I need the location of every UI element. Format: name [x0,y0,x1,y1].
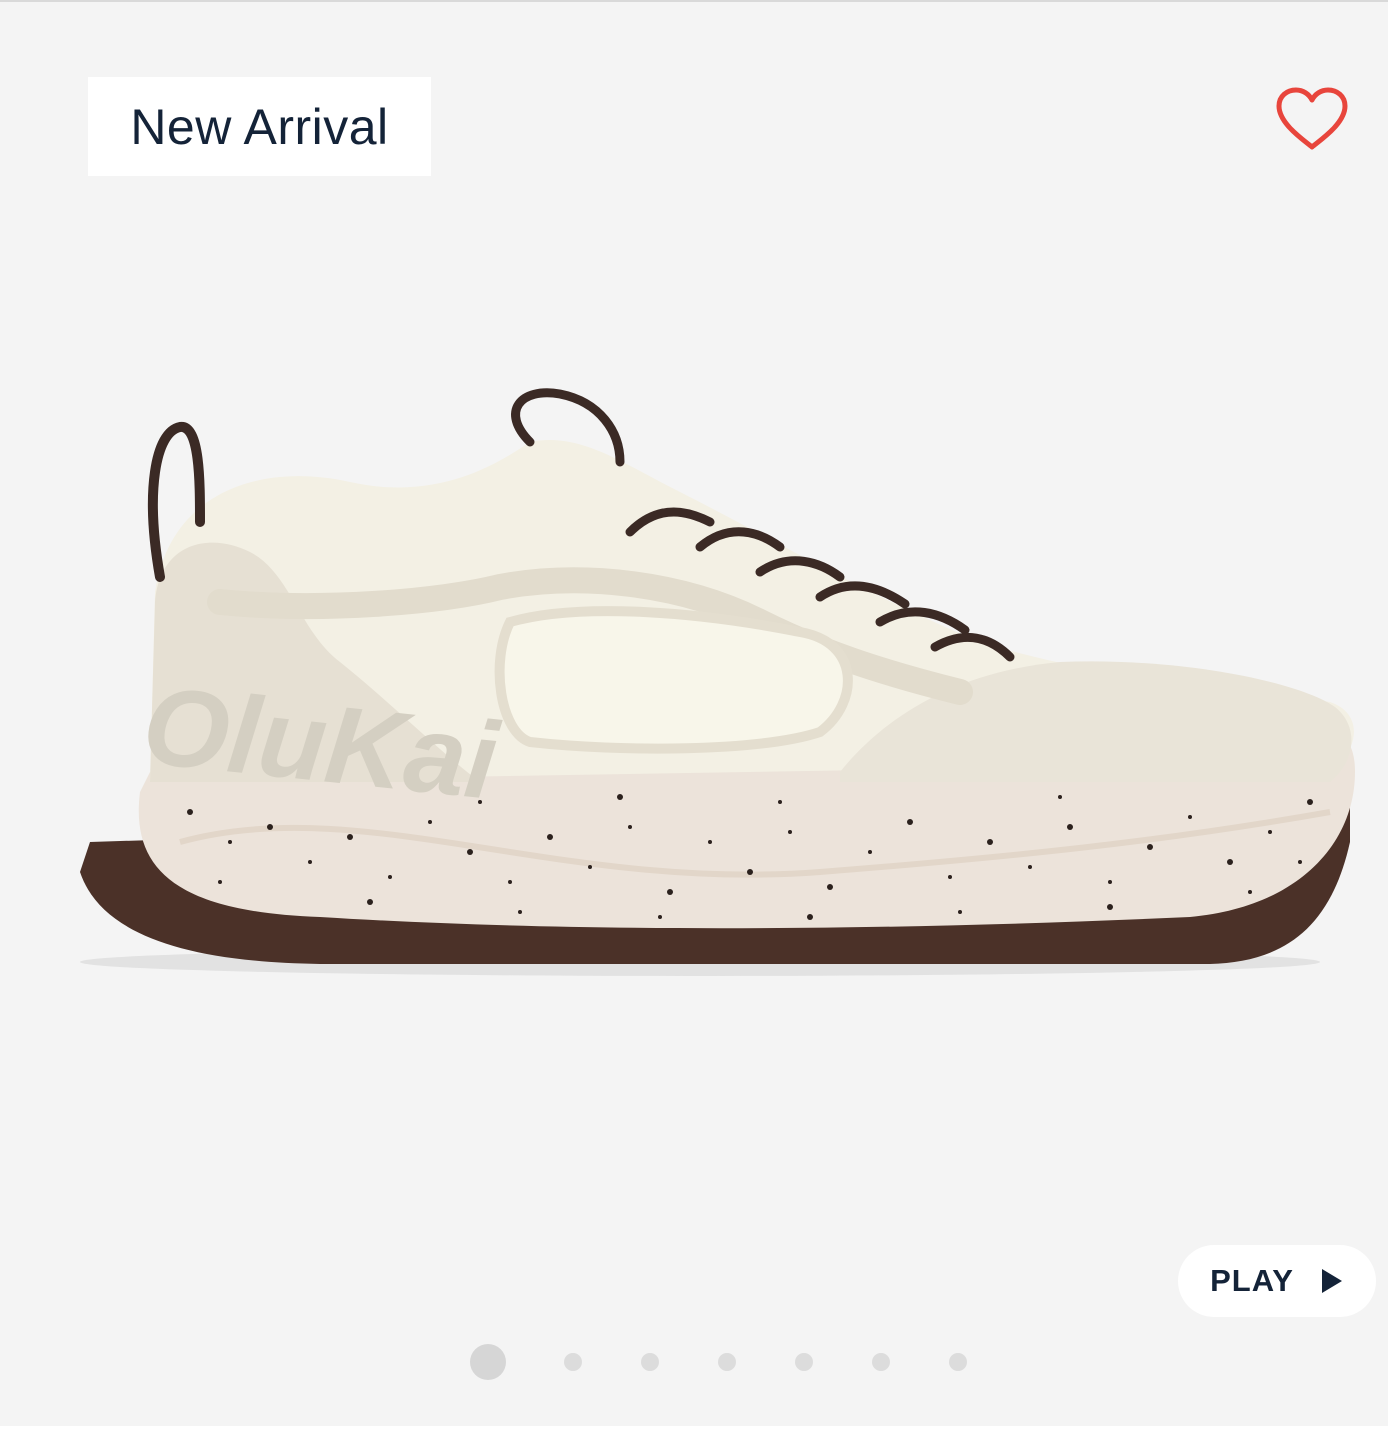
carousel-dot[interactable] [872,1353,890,1371]
carousel-dot[interactable] [470,1344,506,1380]
sneaker-image: OluKai [80,388,1355,976]
carousel-dot[interactable] [641,1353,659,1371]
favorite-button[interactable] [1270,82,1354,156]
carousel-dot[interactable] [795,1353,813,1371]
play-video-button[interactable]: PLAY [1178,1245,1376,1317]
play-label: PLAY [1210,1263,1294,1298]
heart-outline-icon [1276,87,1348,150]
carousel-dot[interactable] [564,1353,582,1371]
page-bottom-edge [0,1426,1388,1440]
new-arrival-badge: New Arrival [88,77,431,176]
play-triangle-icon [1321,1269,1342,1293]
badge-label: New Arrival [130,98,389,155]
carousel-dot[interactable] [718,1353,736,1371]
product-gallery[interactable]: New Arrival OluKai PLAY [0,0,1388,1426]
carousel-dot[interactable] [949,1353,967,1371]
carousel-indicators[interactable] [470,1344,967,1380]
